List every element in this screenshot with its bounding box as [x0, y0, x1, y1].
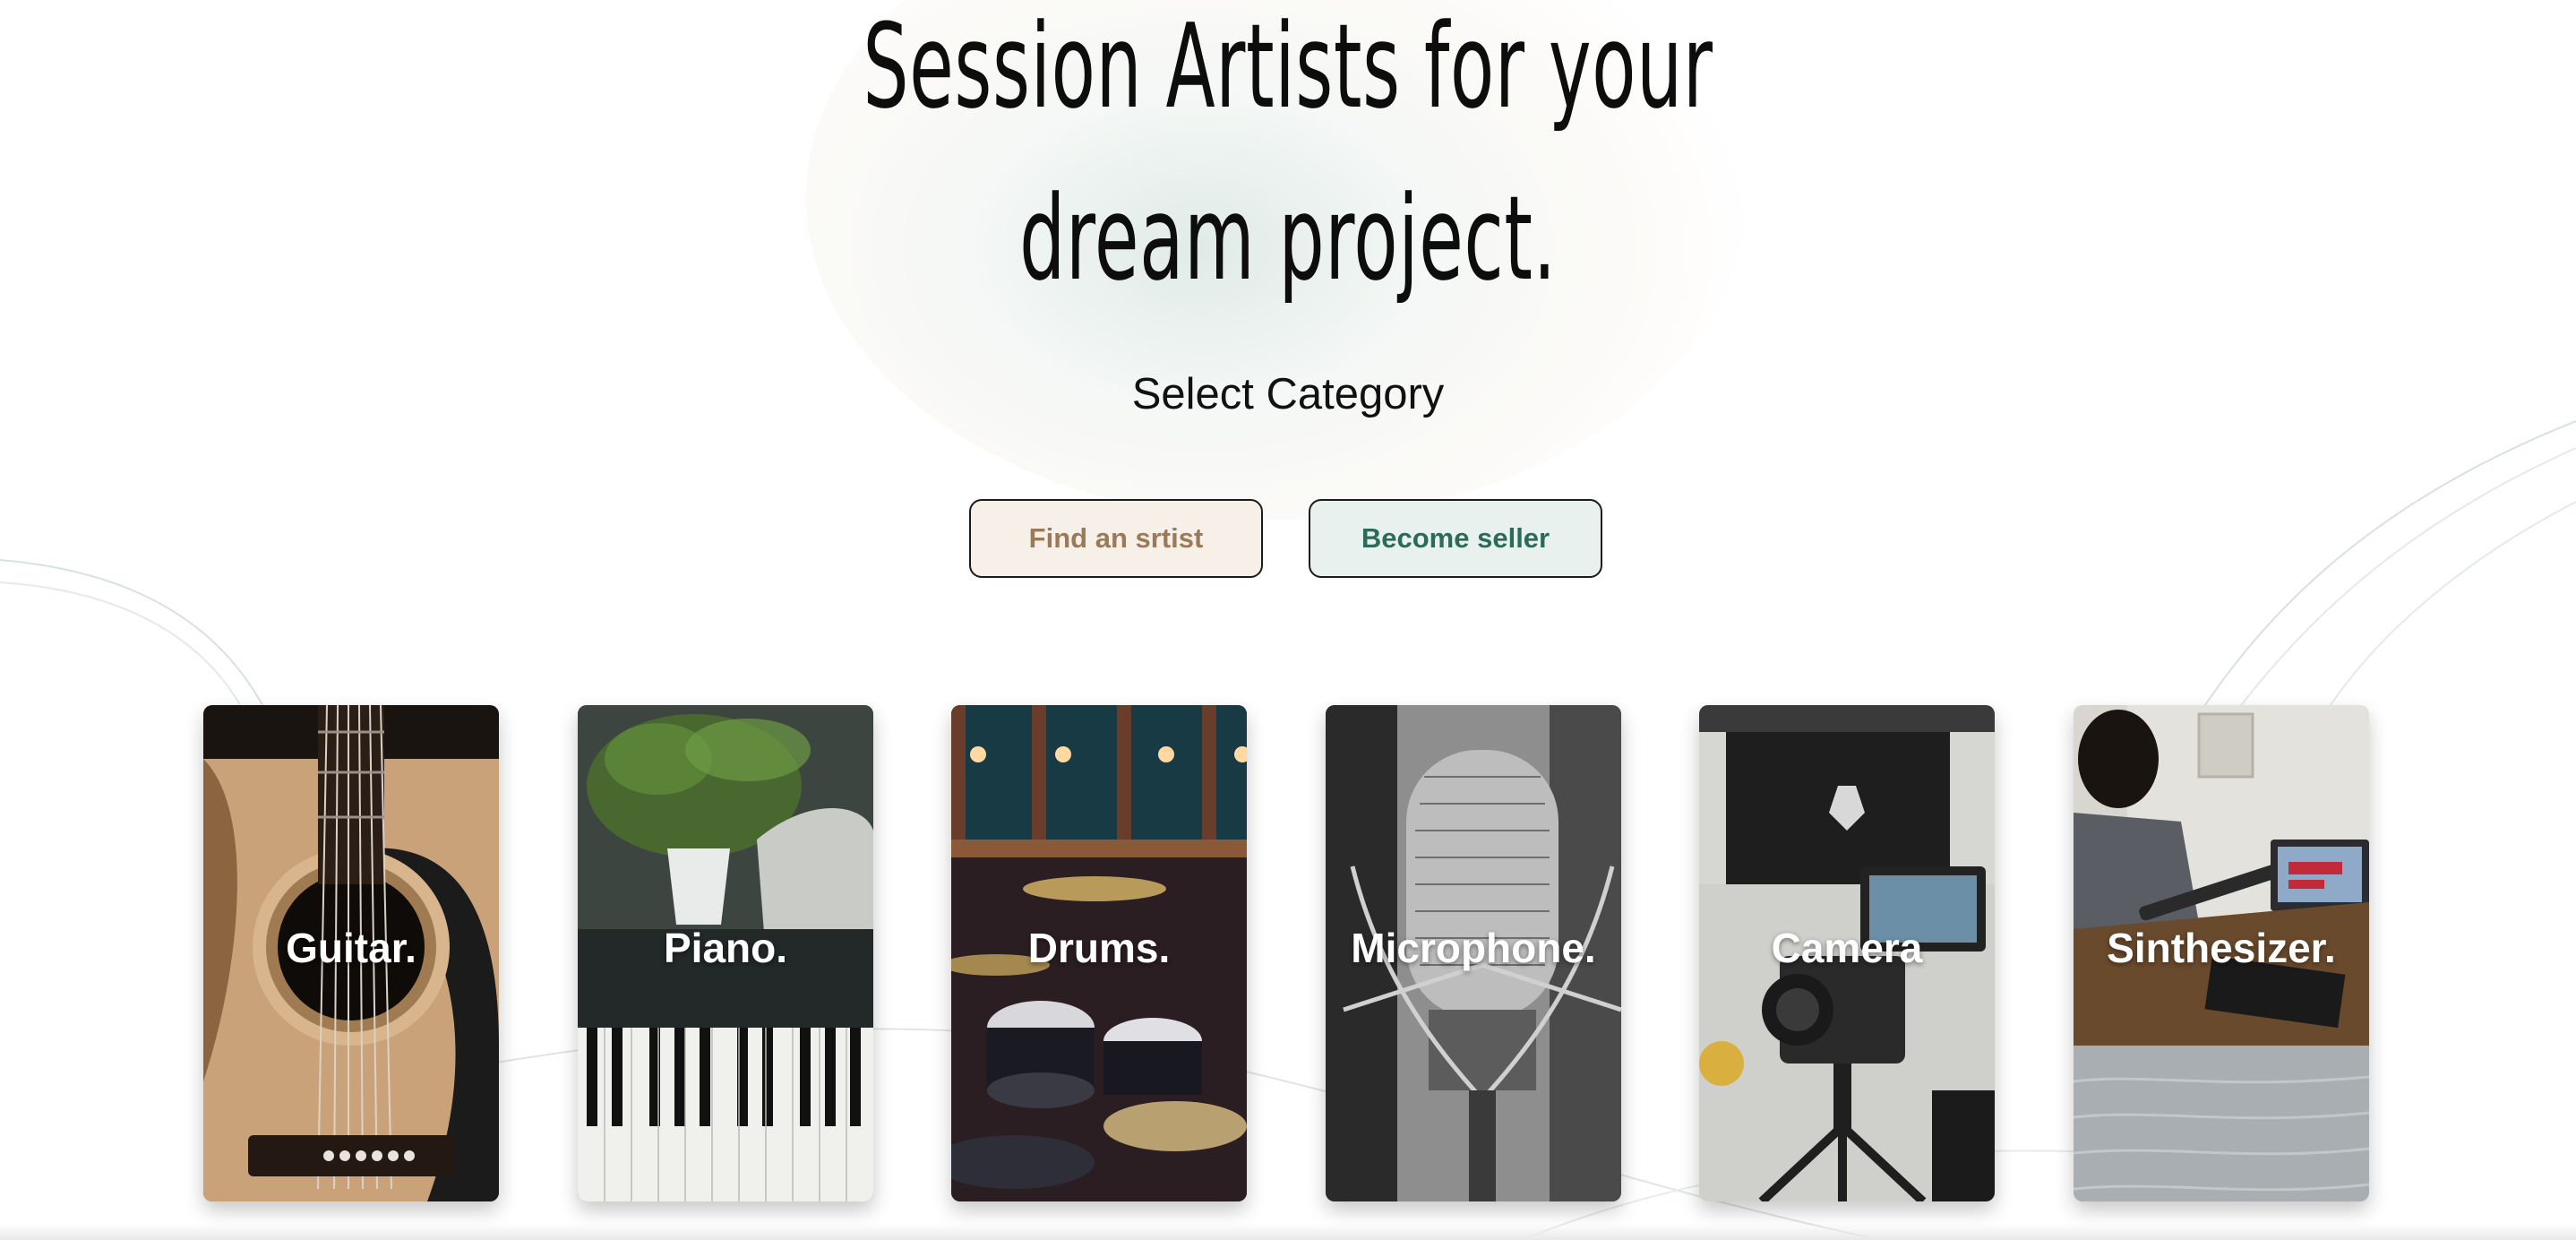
become-seller-button[interactable]: Become seller: [1309, 499, 1602, 578]
category-label: Drums.: [1027, 925, 1171, 971]
category-card-camera[interactable]: Camera: [1699, 705, 1995, 1201]
category-label: Camera: [1771, 925, 1923, 971]
category-card-microphone[interactable]: Microphone.: [1326, 705, 1621, 1201]
category-cards: Guitar. Piano. Drums. Microphone. Camera…: [203, 705, 2371, 1201]
category-label: Sinthesizer.: [2107, 925, 2336, 971]
page-title-line-1: Session Artists for your: [863, 0, 1713, 134]
category-card-guitar[interactable]: Guitar.: [203, 705, 499, 1201]
page-title-line-2: dream project.: [1019, 170, 1557, 306]
category-card-sinthesizer[interactable]: Sinthesizer.: [2074, 705, 2369, 1201]
category-label: Piano.: [663, 925, 788, 971]
category-label: Guitar.: [286, 925, 416, 971]
page: Session Artists for your dream project. …: [0, 0, 2576, 1240]
find-artist-button[interactable]: Find an srtist: [969, 499, 1263, 578]
page-bottom-edge: [0, 1224, 2576, 1240]
category-card-drums[interactable]: Drums.: [951, 705, 1247, 1201]
category-card-piano[interactable]: Piano.: [578, 705, 873, 1201]
select-category-heading: Select Category: [1131, 370, 1445, 418]
category-label: Microphone.: [1351, 925, 1596, 971]
page-title: Session Artists for your dream project.: [489, 0, 2086, 324]
